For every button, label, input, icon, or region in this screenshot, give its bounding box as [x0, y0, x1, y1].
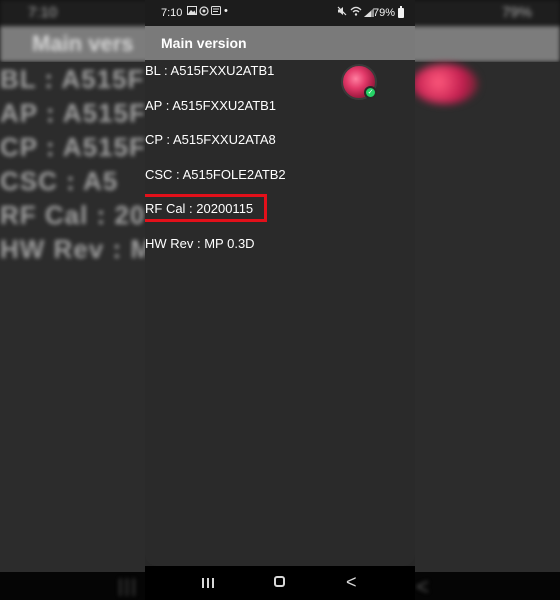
battery-icon [398, 6, 404, 18]
backdrop-status-time: 7:10 [28, 4, 58, 21]
wifi-icon [350, 6, 362, 19]
message-icon [211, 6, 221, 18]
version-row-cp: CP : A515FXXU2ATA8 [145, 132, 276, 147]
page-title: Main version [161, 35, 247, 51]
backdrop-status-battery: 79% [501, 4, 532, 21]
version-row-ap: AP : A515FXXU2ATB1 [145, 98, 277, 113]
home-button[interactable] [274, 576, 285, 587]
backdrop-line: CP : A515F [0, 132, 146, 162]
backdrop-recents-icon: ||| [118, 576, 139, 596]
backdrop-line: CSC : A5 [0, 166, 119, 196]
mute-icon [337, 6, 347, 19]
whatsapp-badge-icon: ✓ [364, 86, 377, 99]
version-row-bl: BL : A515FXXU2ATB1 [145, 63, 275, 78]
notification-dot: • [224, 5, 228, 17]
back-button[interactable]: < [346, 572, 357, 593]
backdrop-line: BL : A515F [0, 64, 145, 94]
backdrop-line: AP : A515F [0, 98, 146, 128]
backdrop-line: HW Rev : M [0, 234, 153, 264]
status-time: 7:10 [161, 7, 183, 19]
backdrop-title: Main vers [32, 31, 134, 56]
app-bar: Main version [145, 26, 415, 60]
backdrop-avatar-blur [412, 64, 478, 104]
gallery-icon [187, 6, 197, 18]
whatsapp-icon [199, 6, 209, 19]
status-bar: 7:10 • 79% [145, 0, 415, 26]
backdrop-back-icon: < [416, 574, 429, 599]
version-info-list: BL : A515FXXU2ATB1 AP : A515FXXU2ATB1 CP… [145, 60, 415, 566]
version-row-csc: CSC : A515FOLE2ATB2 [145, 167, 286, 182]
version-row-hw-rev: HW Rev : MP 0.3D [145, 236, 255, 251]
navigation-bar: < [145, 566, 415, 600]
recents-button[interactable] [202, 575, 217, 592]
rf-cal-highlight-box [145, 194, 267, 222]
backdrop-line: RF Cal : 20 [0, 200, 146, 230]
battery-percent: 79% [373, 7, 396, 19]
phone-screen: 7:10 • 79% Main version BL : A515FXXU2AT… [145, 0, 415, 600]
